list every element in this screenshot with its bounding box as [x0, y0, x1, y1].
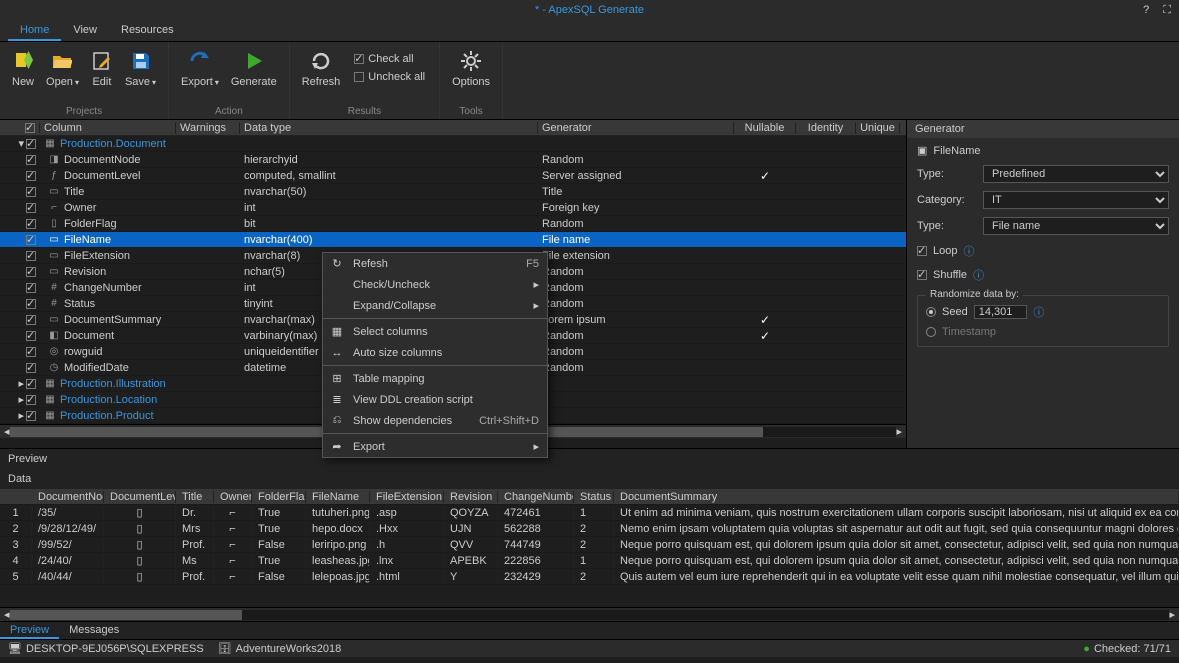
column-row[interactable]: ⌐Owner intForeign key [0, 200, 906, 216]
column-row[interactable]: ƒDocumentLevel computed, smallintServer … [0, 168, 906, 184]
timestamp-radio[interactable] [926, 327, 936, 337]
preview-subtitle: Data [0, 469, 1179, 489]
ribbon: New Open Edit Save Projects Export Gener… [0, 42, 1179, 120]
statusbar: 🖥 DESKTOP-9EJ056P\SQLEXPRESS 🗄 AdventureWo… [0, 639, 1179, 657]
field-icon: ▣ [917, 144, 927, 157]
preview-row[interactable]: 1/35/▯ Dr.⌐True tutuheri.png.aspQOYZA 47… [0, 505, 1179, 521]
tab-messages[interactable]: Messages [59, 622, 129, 639]
column-type-icon: # [48, 298, 60, 309]
loop-checkbox[interactable] [917, 246, 927, 256]
column-type-icon: ⌐ [48, 202, 60, 213]
ribbon-group-results: Results [290, 106, 439, 119]
category-select[interactable]: IT [983, 191, 1169, 209]
menu-view[interactable]: View [61, 20, 109, 41]
bottom-tabs: Preview Messages [0, 621, 1179, 639]
column-row[interactable]: ▭Title nvarchar(50)Title [0, 184, 906, 200]
info-icon[interactable]: ⓘ [1033, 304, 1044, 320]
database-icon: 🗄 [218, 642, 232, 655]
tab-preview[interactable]: Preview [0, 622, 59, 639]
column-type-icon: ◎ [48, 346, 60, 357]
shuffle-checkbox[interactable] [917, 270, 927, 280]
table-icon: ▦ [44, 378, 56, 389]
help-icon[interactable]: ? [1143, 4, 1149, 16]
sidepanel-title: Generator [907, 120, 1179, 138]
column-type-icon: ▭ [48, 266, 60, 277]
context-menu-item[interactable]: ↻RefeshF5 [323, 253, 547, 274]
checked-count: Checked: 71/71 [1094, 643, 1171, 655]
check-all-button[interactable]: Check all [354, 53, 425, 65]
uncheck-all-button[interactable]: Uncheck all [354, 71, 425, 83]
column-type-icon: ▭ [48, 234, 60, 245]
ribbon-group-action: Action [169, 106, 289, 119]
app-title: * - ApexSQL Generate [535, 4, 644, 16]
table-icon: ▦ [44, 138, 56, 149]
seed-radio[interactable] [926, 307, 936, 317]
grid-header: Column Warnings Data type Generator Null… [0, 120, 906, 136]
subtype-select[interactable]: File name [983, 217, 1169, 235]
preview-row[interactable]: 5/40/44/▯ Prof.⌐False lelepoas.jpg.htmlY… [0, 569, 1179, 585]
column-type-icon: ▭ [48, 186, 60, 197]
ribbon-group-tools: Tools [440, 106, 502, 119]
table-icon: ▦ [44, 394, 56, 405]
field-name: FileName [933, 145, 980, 157]
column-type-icon: ▭ [48, 250, 60, 261]
context-menu-item[interactable]: ▦Select columns [323, 321, 547, 342]
column-row[interactable]: ◨DocumentNode hierarchyidRandom [0, 152, 906, 168]
preview-grid[interactable]: DocumentNodeDocumentLevel TitleOwner Fol… [0, 489, 1179, 607]
menubar: Home View Resources [0, 20, 1179, 42]
context-menu-item[interactable]: ⊞Table mapping [323, 368, 547, 389]
column-type-icon: ƒ [48, 170, 60, 181]
preview-row[interactable]: 4/24/40/▯ Ms⌐True leasheas.jpg.lnxAPEBK … [0, 553, 1179, 569]
save-button[interactable]: Save [119, 46, 162, 90]
seed-input[interactable]: 14,301 [974, 305, 1028, 319]
preview-row[interactable]: 2/9/28/12/49/▯ Mrs⌐True hepo.docx.HxxUJN… [0, 521, 1179, 537]
column-row[interactable]: ▭FileName nvarchar(400)File name [0, 232, 906, 248]
column-type-icon: # [48, 282, 60, 293]
table-row[interactable]: ▾ ▦Production.Document [0, 136, 906, 152]
refresh-button[interactable]: Refresh [296, 46, 347, 90]
column-row[interactable]: ▯FolderFlag bitRandom [0, 216, 906, 232]
type-select[interactable]: Predefined [983, 165, 1169, 183]
column-type-icon: ◷ [48, 362, 60, 373]
column-type-icon: ◨ [48, 154, 60, 165]
menu-resources[interactable]: Resources [109, 20, 186, 41]
generate-button[interactable]: Generate [225, 46, 283, 90]
context-menu-item[interactable]: ⎌Show dependenciesCtrl+Shift+D [323, 410, 547, 431]
column-type-icon: ◧ [48, 330, 60, 341]
table-icon: ▦ [44, 410, 56, 421]
new-button[interactable]: New [6, 46, 40, 90]
context-menu-item[interactable]: ≣View DDL creation script [323, 389, 547, 410]
server-name: DESKTOP-9EJ056P\SQLEXPRESS [26, 643, 204, 655]
context-menu-item[interactable]: ➦Export [323, 436, 547, 457]
server-icon: 🖥 [8, 642, 22, 655]
context-menu-item[interactable]: Check/Uncheck [323, 274, 547, 295]
menu-home[interactable]: Home [8, 20, 61, 41]
preview-title: Preview [0, 448, 1179, 469]
context-menu-item[interactable]: ↔Auto size columns [323, 342, 547, 363]
context-menu: ↻RefeshF5Check/UncheckExpand/Collapse ▦Se… [322, 252, 548, 458]
ribbon-group-projects: Projects [0, 106, 168, 119]
maximize-icon[interactable]: ⛶ [1163, 4, 1171, 17]
info-icon[interactable]: ⓘ [973, 267, 984, 283]
database-name: AdventureWorks2018 [236, 643, 342, 655]
options-button[interactable]: Options [446, 46, 496, 90]
edit-button[interactable]: Edit [85, 46, 119, 90]
check-icon: ● [1083, 643, 1090, 655]
context-menu-item[interactable]: Expand/Collapse [323, 295, 547, 316]
preview-h-scrollbar[interactable]: ◂▸ [0, 607, 1179, 621]
info-icon[interactable]: ⓘ [963, 243, 974, 259]
column-type-icon: ▭ [48, 314, 60, 325]
preview-row[interactable]: 3/99/52/▯ Prof.⌐False leriripo.png.hQVV … [0, 537, 1179, 553]
export-button[interactable]: Export [175, 46, 225, 90]
generator-panel: Generator ▣FileName Type:Predefined Cate… [907, 120, 1179, 448]
column-type-icon: ▯ [48, 218, 60, 229]
open-button[interactable]: Open [40, 46, 85, 90]
